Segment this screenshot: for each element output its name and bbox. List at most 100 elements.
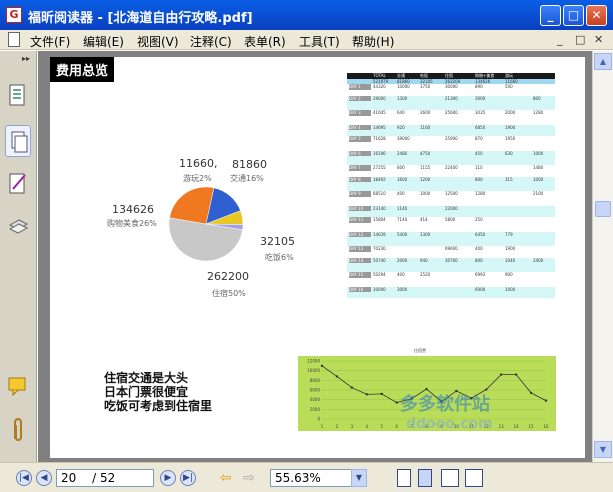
data-point <box>365 393 368 396</box>
page-number-field[interactable]: 20 / 52 <box>56 469 154 487</box>
table-row-filler <box>347 141 555 151</box>
document-icon[interactable] <box>8 32 20 47</box>
attachments-panel-icon[interactable] <box>7 211 29 237</box>
pie-chart <box>168 186 244 262</box>
pie-label-name-zhusu: 住宿50% <box>212 289 246 298</box>
line-chart-caption: 住宿费 <box>414 348 426 353</box>
table-row-filler <box>347 156 555 165</box>
menu-form[interactable]: 表单(R) <box>244 33 286 50</box>
pie-label-value-gouwu: 134626 <box>112 203 154 216</box>
page-total: / 52 <box>92 471 116 485</box>
table-row-filler <box>347 196 555 206</box>
menu-view[interactable]: 视图(V) <box>137 33 179 50</box>
x-tick-label: 3 <box>351 424 354 429</box>
table-row-filler <box>347 101 555 110</box>
expand-panel-icon[interactable]: ▸▸ <box>22 54 30 63</box>
table-row-filler <box>347 263 555 272</box>
menu-file[interactable]: 文件(F) <box>30 33 70 50</box>
forward-arrow-icon[interactable]: ⇨ <box>243 470 255 486</box>
zoom-dropdown-arrow[interactable]: ▼ <box>351 469 367 487</box>
x-tick-label: 1 <box>321 424 324 429</box>
table-row-filler <box>347 277 555 287</box>
data-point <box>380 392 383 396</box>
data-point <box>514 373 518 376</box>
x-tick-label: 5 <box>380 424 383 429</box>
watermark: 多多软件站 ddooo.com <box>400 390 493 432</box>
mdi-close-button[interactable]: ✕ <box>594 33 603 46</box>
table-row-filler <box>347 115 555 125</box>
mdi-restore-button[interactable]: □ <box>575 33 585 46</box>
title-bar: G 福昕阅读器 - [北海道自由行攻略.pdf] _ □ ✕ <box>0 0 613 30</box>
data-point <box>544 399 548 402</box>
continuous-view-icon[interactable] <box>418 469 432 487</box>
y-tick-label: 10000 <box>307 368 320 373</box>
foxit-logo-icon: G <box>6 7 22 23</box>
navigation-panel: ▸▸ <box>0 51 37 462</box>
next-page-button[interactable]: ▶ <box>160 470 176 486</box>
scroll-down-button[interactable]: ▼ <box>594 441 612 458</box>
pie-label-name-jiaotong: 交通16% <box>230 174 264 183</box>
single-page-view-icon[interactable] <box>397 469 411 487</box>
pie-label-value-jiaotong: 81860 <box>232 158 267 171</box>
table-row-filler <box>347 237 555 246</box>
data-point <box>335 375 339 378</box>
note-line: 住宿交通是大头 <box>104 371 189 385</box>
expense-table: TOTAL 交通 吃饭 住宿 购物+美食 游玩 521979 81860 32105 262200… <box>347 73 555 298</box>
x-tick-label: 13 <box>499 424 505 429</box>
signature-icon[interactable] <box>7 171 29 197</box>
x-tick-label: 14 <box>514 424 520 429</box>
x-tick-label: 4 <box>366 424 369 429</box>
y-tick-label: 8000 <box>310 378 321 383</box>
maximize-button[interactable]: □ <box>563 5 584 26</box>
mdi-minimize-button[interactable]: _ <box>557 33 563 46</box>
watermark-en: ddooo.com <box>406 416 493 432</box>
facing-view-icon[interactable] <box>441 469 459 487</box>
x-tick-label: 16 <box>543 424 549 429</box>
x-tick-label: 15 <box>529 424 535 429</box>
pie-label-value-chifan: 32105 <box>260 235 295 248</box>
continuous-facing-view-icon[interactable] <box>465 469 483 487</box>
zoom-field[interactable]: 55.63% <box>270 469 352 487</box>
table-row-filler <box>347 222 555 232</box>
menu-help[interactable]: 帮助(H) <box>352 33 394 50</box>
menu-edit[interactable]: 编辑(E) <box>83 33 124 50</box>
close-button[interactable]: ✕ <box>586 5 607 26</box>
note-line: 吃饭可考虑到住宿里 <box>104 399 213 413</box>
notes-block: 住宿交通是大头 日本门票很便宜 吃饭可考虑到住宿里 <box>104 371 212 413</box>
status-bar: |◀ ◀ 20 / 52 ▶ ▶| ⇦ ⇨ 55.63% ▼ <box>0 462 613 492</box>
pages-icon[interactable] <box>7 83 29 109</box>
pie-label-value-youwan: 11660, <box>179 157 218 170</box>
y-tick-label: 0 <box>317 417 320 422</box>
y-tick-label: 4000 <box>310 397 321 402</box>
section-title: 费用总览 <box>50 57 115 82</box>
vertical-scrollbar[interactable]: ▲ ▼ <box>592 51 613 462</box>
first-page-button[interactable]: |◀ <box>16 470 32 486</box>
table-row-filler <box>347 182 555 191</box>
previous-page-button[interactable]: ◀ <box>36 470 52 486</box>
x-tick-label: 2 <box>336 424 339 429</box>
menu-comment[interactable]: 注释(C) <box>190 33 232 50</box>
data-point <box>500 373 503 376</box>
paperclip-icon[interactable] <box>7 417 29 443</box>
x-tick-label: 6 <box>395 424 398 429</box>
menu-tools[interactable]: 工具(T) <box>299 33 340 50</box>
scroll-up-button[interactable]: ▲ <box>594 53 612 70</box>
y-tick-label: 12000 <box>307 359 320 364</box>
pie-label-name-chifan: 吃饭6% <box>265 253 294 262</box>
table-row-filler <box>347 292 555 298</box>
watermark-cn: 多多软件站 <box>400 394 490 415</box>
data-point <box>529 391 533 395</box>
y-tick-label: 6000 <box>310 388 321 393</box>
menu-bar: 文件(F) 编辑(E) 视图(V) 注释(C) 表单(R) 工具(T) 帮助(H… <box>0 30 613 50</box>
data-point <box>350 386 354 389</box>
back-arrow-icon[interactable]: ⇦ <box>220 470 232 486</box>
last-page-button[interactable]: ▶| <box>180 470 196 486</box>
pie-label-name-youwan: 游玩2% <box>183 174 212 183</box>
minimize-button[interactable]: _ <box>540 5 561 26</box>
layers-icon[interactable] <box>5 125 31 157</box>
data-point <box>320 364 324 368</box>
comments-icon[interactable] <box>7 374 29 400</box>
pdf-page: 费用总览 11660, 游玩2% 81860 交通16% 134626 购物美食… <box>50 57 585 458</box>
scroll-thumb[interactable] <box>595 201 611 217</box>
current-page[interactable]: 20 <box>61 471 76 485</box>
